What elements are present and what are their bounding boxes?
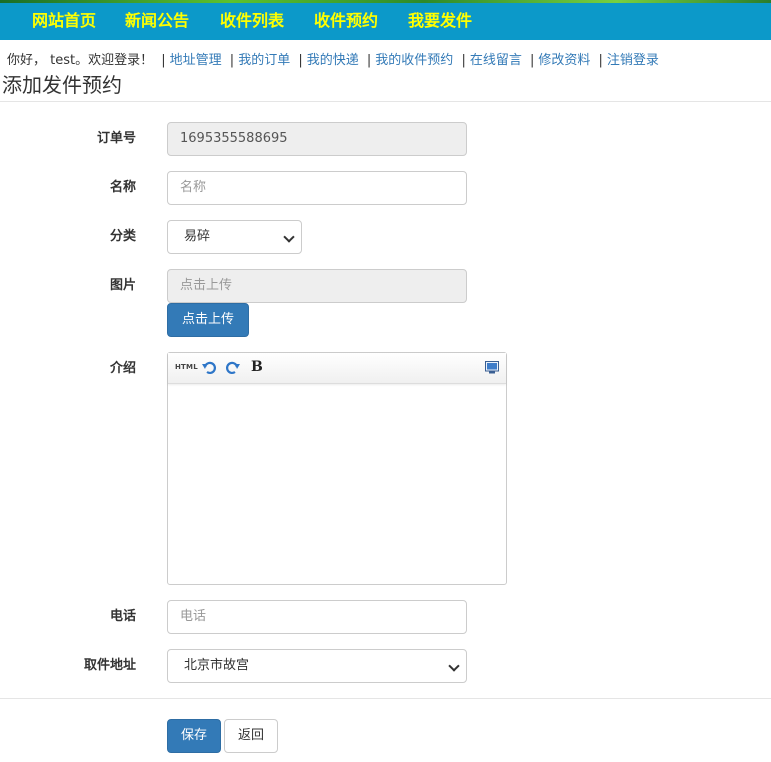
name-input[interactable]: 名称 — [167, 171, 467, 205]
phone-input[interactable]: 电话 — [167, 600, 467, 634]
nav-receive-list[interactable]: 收件列表 — [220, 10, 284, 32]
link-messages[interactable]: 在线留言 — [470, 53, 522, 68]
chevron-down-icon — [448, 660, 460, 672]
header-banner-strip — [0, 0, 771, 3]
divider: | — [461, 53, 466, 68]
link-logout[interactable]: 注销登录 — [607, 53, 659, 68]
divider: | — [529, 53, 535, 68]
phone-label: 电话 — [109, 609, 136, 624]
nav-home[interactable]: 网站首页 — [32, 10, 96, 32]
top-nav: 网站首页 新闻公告 收件列表 收件预约 我要发件 — [0, 0, 771, 40]
fullscreen-icon[interactable] — [485, 361, 499, 377]
nav-receive-booking[interactable]: 收件预约 — [314, 10, 378, 32]
order-no-value: 1695355588695 — [180, 131, 288, 146]
welcome-text: 你好， test。欢迎登录！ — [7, 53, 154, 68]
divider: | — [298, 53, 303, 68]
redo-icon[interactable] — [225, 360, 241, 376]
link-address[interactable]: 地址管理 — [170, 53, 222, 68]
intro-label: 介绍 — [109, 361, 136, 376]
category-label: 分类 — [109, 229, 136, 244]
footer-divider — [0, 698, 771, 699]
divider: | — [229, 53, 235, 68]
nav-news[interactable]: 新闻公告 — [125, 10, 189, 32]
editor-toolbar: HTML B — [168, 353, 506, 384]
divider: | — [598, 53, 603, 68]
divider: | — [366, 53, 372, 68]
link-my-orders[interactable]: 我的订单 — [238, 53, 290, 68]
image-path-field: 点击上传 — [167, 269, 467, 303]
link-edit-profile[interactable]: 修改资料 — [538, 53, 590, 68]
rich-text-editor[interactable]: HTML B — [167, 352, 507, 585]
name-label: 名称 — [109, 180, 136, 195]
save-button[interactable]: 保存 — [167, 719, 221, 753]
divider: | — [161, 53, 166, 68]
bold-icon[interactable]: B — [251, 359, 263, 375]
page-title: 添加发件预约 — [2, 73, 122, 97]
upload-button[interactable]: 点击上传 — [167, 303, 249, 337]
link-my-express[interactable]: 我的快递 — [307, 53, 359, 68]
phone-placeholder: 电话 — [180, 609, 207, 624]
address-select[interactable]: 北京市故宫 — [167, 649, 467, 683]
address-selected: 北京市故宫 — [184, 658, 250, 673]
chevron-down-icon — [283, 231, 295, 243]
nav-send[interactable]: 我要发件 — [408, 10, 472, 32]
image-label: 图片 — [109, 278, 136, 293]
category-select[interactable]: 易碎 — [167, 220, 302, 254]
back-button[interactable]: 返回 — [224, 719, 278, 753]
html-source-icon[interactable]: HTML — [175, 363, 198, 379]
category-selected: 易碎 — [184, 229, 211, 244]
image-placeholder: 点击上传 — [180, 278, 233, 293]
link-my-receive-booking[interactable]: 我的收件预约 — [375, 53, 453, 68]
name-placeholder: 名称 — [180, 180, 207, 195]
title-divider — [0, 101, 771, 102]
undo-icon[interactable] — [201, 360, 217, 376]
order-no-label: 订单号 — [96, 131, 136, 146]
user-bar: 你好， test。欢迎登录！ | 地址管理 | 我的订单 | 我的快递 | 我的收件预约… — [7, 52, 659, 70]
order-no-field: 1695355588695 — [167, 122, 467, 156]
address-label: 取件地址 — [83, 658, 136, 673]
